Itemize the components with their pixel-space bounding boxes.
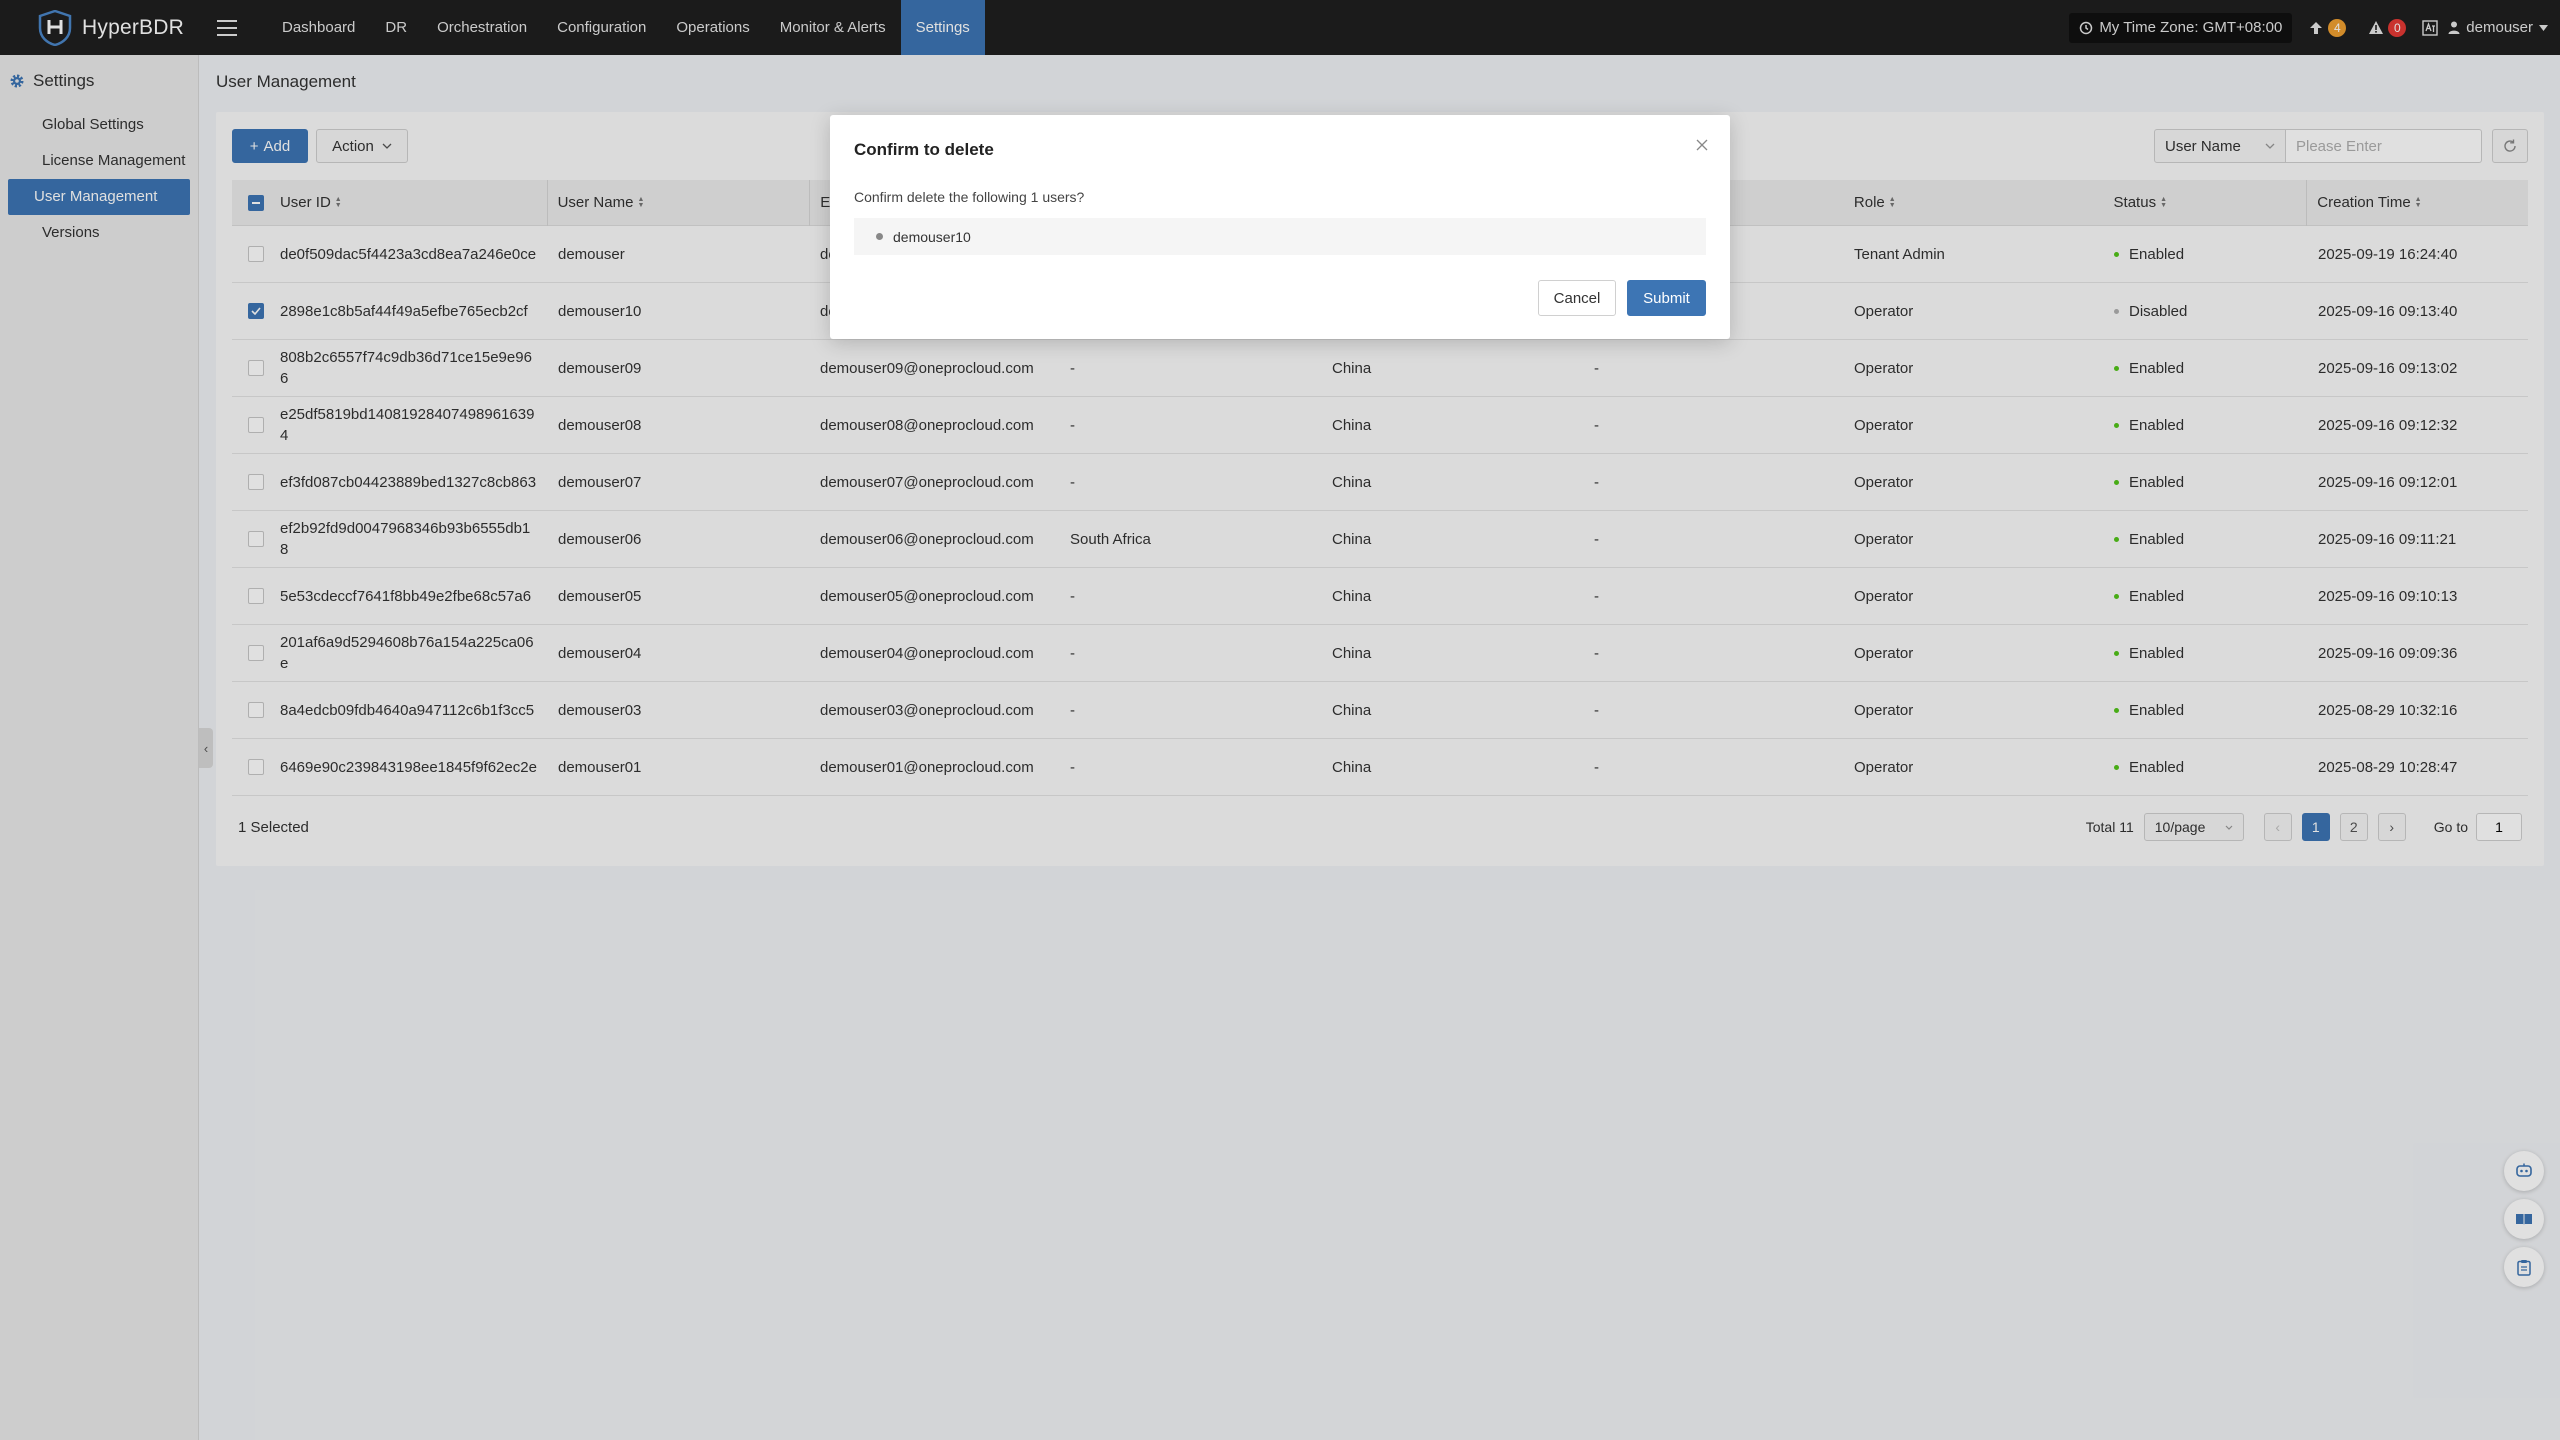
cancel-button[interactable]: Cancel (1538, 280, 1616, 316)
confirm-delete-dialog: Confirm to delete Confirm delete the fol… (830, 115, 1730, 339)
submit-button[interactable]: Submit (1627, 280, 1706, 316)
dialog-message: Confirm delete the following 1 users? (854, 189, 1085, 205)
delete-user-item: demouser10 (893, 228, 971, 245)
close-icon[interactable] (1692, 135, 1712, 155)
bullet-icon (876, 233, 883, 240)
dialog-title: Confirm to delete (854, 140, 994, 159)
delete-user-list: demouser10 (854, 218, 1706, 255)
